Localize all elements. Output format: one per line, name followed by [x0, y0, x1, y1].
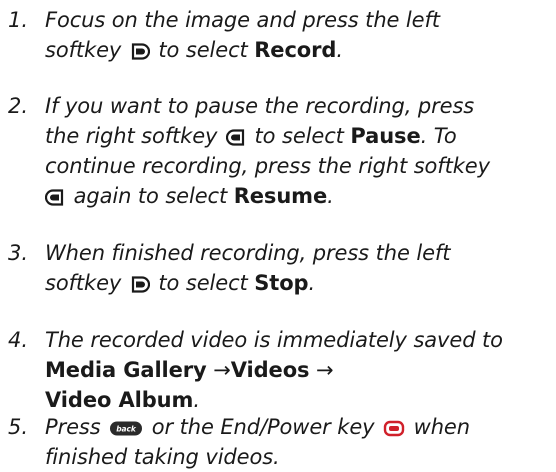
step-line: Press back or the End/Power key when [45, 412, 550, 442]
arrow-icon: → [213, 358, 231, 382]
step-text: When finished recording, press the left … [45, 238, 550, 298]
step-text: Focus on the image and press the left so… [45, 5, 550, 65]
step-line: The recorded video is immediately saved … [45, 325, 550, 355]
text-span: The recorded video is immediately saved … [45, 328, 503, 352]
step-text: Press back or the End/Power key when fin… [45, 412, 550, 472]
step-text: The recorded video is immediately saved … [45, 325, 550, 415]
menu-term: Videos [230, 358, 310, 382]
step-number: 5. [8, 415, 29, 439]
text-span: Press [45, 415, 101, 439]
text-span: . [193, 388, 200, 412]
step-line: Media Gallery →Videos → [45, 355, 550, 385]
step-line: again to select Resume. [45, 181, 550, 211]
text-span: softkey [45, 38, 122, 62]
end-power-key-icon [383, 420, 405, 437]
right-softkey-icon [45, 189, 64, 206]
menu-term: Resume [233, 184, 328, 208]
text-span: to select [158, 38, 248, 62]
text-span: to select [158, 271, 248, 295]
step-line: Focus on the image and press the left [45, 5, 550, 35]
menu-term: Media Gallery [45, 358, 207, 382]
step-number: 4. [8, 328, 29, 352]
text-span: finished taking videos. [45, 445, 280, 469]
step-number: 1. [8, 8, 29, 32]
step-line: continue recording, press the right soft… [45, 151, 550, 181]
text-span: . To [420, 124, 457, 148]
menu-term: Stop [254, 271, 309, 295]
text-span: . [308, 271, 316, 295]
back-key-label: back [116, 425, 137, 434]
step-line: softkey to select Stop. [45, 268, 550, 298]
text-span: softkey [45, 271, 122, 295]
step-line: If you want to pause the recording, pres… [45, 91, 550, 121]
text-span: . [327, 184, 334, 208]
text-span: the right softkey [45, 124, 218, 148]
arrow-icon: → [316, 358, 334, 382]
step-line: Video Album. [45, 385, 550, 415]
text-span: or the End/Power key [151, 415, 375, 439]
step-line: softkey to select Record. [45, 35, 550, 65]
step-line: finished taking videos. [45, 442, 550, 472]
step-text: If you want to pause the recording, pres… [45, 91, 550, 211]
step-number: 2. [8, 94, 29, 118]
step-line: the right softkey to select Pause. To [45, 121, 550, 151]
left-softkey-icon [131, 276, 150, 293]
text-span: . [336, 38, 343, 62]
menu-term: Record [254, 38, 337, 62]
left-softkey-icon [131, 43, 150, 60]
text-span: when [413, 415, 470, 439]
text-span: again to select [73, 184, 228, 208]
text-span: Focus on the image and press the left [45, 8, 440, 32]
text-span: continue recording, press the right soft… [45, 154, 490, 178]
back-key-icon: back [110, 421, 143, 436]
text-span: to select [254, 124, 344, 148]
text-span: When finished recording, press the left [45, 241, 451, 265]
menu-term: Video Album [45, 388, 194, 412]
menu-term: Pause [350, 124, 421, 148]
instruction-steps: 1. Focus on the image and press the left… [0, 0, 556, 469]
step-line: When finished recording, press the left [45, 238, 550, 268]
step-number: 3. [8, 241, 29, 265]
text-span: If you want to pause the recording, pres… [45, 94, 475, 118]
right-softkey-icon [225, 129, 245, 146]
